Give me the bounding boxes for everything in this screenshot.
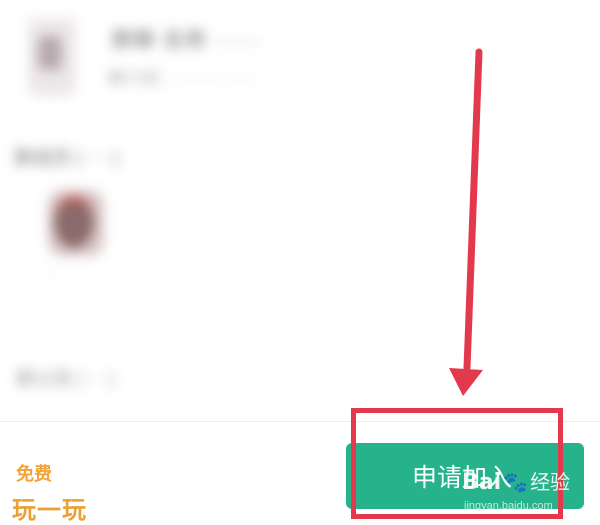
group-avatar: [28, 18, 76, 96]
baidu-brand-text: Bai: [462, 470, 502, 495]
group-avatar-image: [38, 36, 62, 70]
blurred-group-info: 群聊 名称 ······ 群介绍 ·· ······· ····· 群成员 ( …: [0, 0, 600, 420]
baidu-paw-icon: 🐾: [503, 472, 529, 494]
group-description: 群介绍 ·· ······· ·····: [108, 69, 253, 88]
member-name: ······: [42, 264, 66, 278]
members-section-label: 群成员 ( ··· ): [14, 148, 119, 169]
free-play-badge: 免费 玩一玩: [12, 460, 108, 525]
member-avatar-image: [54, 196, 94, 248]
member-avatar[interactable]: [48, 190, 104, 256]
badge-line-2: 玩一玩: [12, 496, 87, 524]
baidu-url: jingyan.baidu.com: [464, 500, 553, 512]
baidu-jingyan-text: 经验: [530, 470, 571, 494]
group-name: 群聊 名称 ······: [112, 29, 262, 52]
more-section-label: 群公告 ( ·· ): [16, 369, 115, 390]
baidu-jingyan-watermark: Bai 🐾 经验 jingyan.baidu.com: [462, 466, 592, 512]
badge-line-1: 免费: [16, 464, 52, 485]
